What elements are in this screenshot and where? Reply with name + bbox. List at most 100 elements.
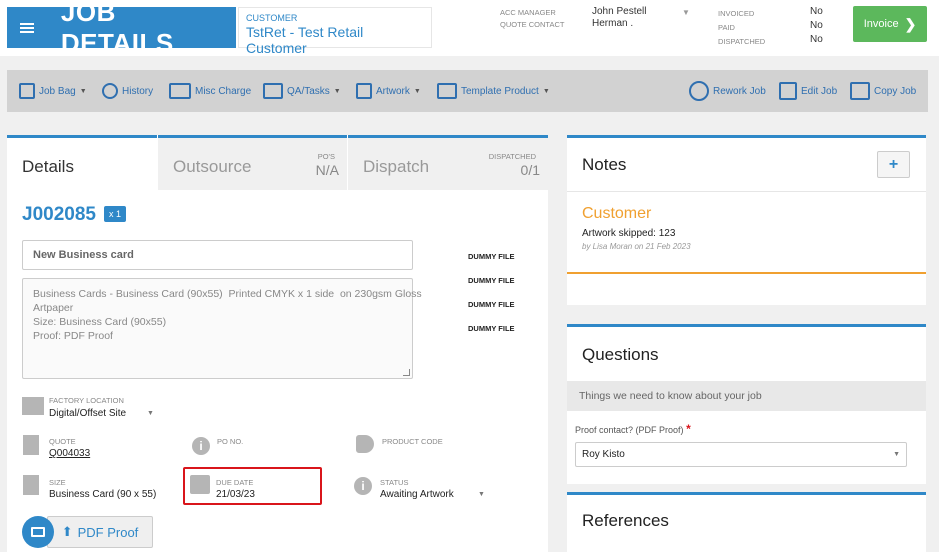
required-marker: * <box>686 422 691 436</box>
email-icon[interactable] <box>22 516 54 548</box>
history-label: History <box>122 85 154 97</box>
artwork-button[interactable]: Artwork ▼ <box>356 70 421 112</box>
info-icon: i <box>354 477 372 495</box>
pencil-icon <box>779 82 797 100</box>
job-bag-button[interactable]: Job Bag ▼ <box>19 70 87 112</box>
status-select[interactable]: Awaiting Artwork <box>380 489 454 500</box>
money-icon <box>169 83 191 99</box>
paid-value: No <box>810 20 823 31</box>
product-code-label: PRODUCT CODE <box>382 437 443 446</box>
quote-contact-value[interactable]: Herman . <box>592 18 646 30</box>
proof-contact-value: Roy Kisto <box>582 449 625 460</box>
hamburger-menu-icon[interactable] <box>7 7 47 48</box>
document-icon <box>19 83 35 99</box>
proof-contact-label: Proof contact? (PDF Proof) * <box>575 422 691 436</box>
page-title: JOB DETAILS <box>60 0 174 58</box>
chevron-right-icon: ❯ <box>904 15 917 32</box>
rework-job-label: Rework Job <box>713 85 766 97</box>
questions-title: Questions <box>582 345 659 364</box>
acc-manager-label: ACC MANAGER <box>500 8 556 17</box>
tab-details[interactable]: Details <box>7 135 157 190</box>
po-number-label: PO NO. <box>217 437 244 446</box>
customer-label: CUSTOMER <box>246 13 298 23</box>
template-product-label: Template Product <box>461 85 539 97</box>
caret-down-icon: ▼ <box>413 87 421 95</box>
references-panel: References <box>567 492 926 552</box>
acc-manager-value[interactable]: John Pestell <box>592 6 646 18</box>
pdf-proof-button[interactable]: ⬆ PDF Proof <box>47 516 153 548</box>
references-title: References <box>582 511 669 530</box>
qa-tasks-button[interactable]: QA/Tasks ▼ <box>263 70 341 112</box>
note-author-type: Customer <box>582 205 652 222</box>
history-button[interactable]: History <box>102 70 153 112</box>
template-product-button[interactable]: Template Product ▼ <box>437 70 550 112</box>
tab-outsource[interactable]: Outsource PO'S N/A <box>158 135 347 190</box>
divider <box>567 191 926 192</box>
proof-contact-select[interactable]: Roy Kisto ▼ <box>575 442 907 467</box>
pdf-proof-label: PDF Proof <box>77 524 139 540</box>
dummy-file-link[interactable]: DUMMY FILE <box>468 324 515 333</box>
rework-job-button[interactable]: Rework Job <box>689 70 766 112</box>
copy-job-label: Copy Job <box>874 85 917 97</box>
factory-location-select[interactable]: Digital/Offset Site <box>49 408 126 419</box>
tab-dispatch[interactable]: Dispatch DISPATCHED 0/1 <box>348 135 548 190</box>
job-details-panel: Details Outsource PO'S N/A Dispatch DISP… <box>7 135 548 552</box>
caret-down-icon[interactable]: ▼ <box>478 491 485 498</box>
tag-icon <box>356 435 374 453</box>
invoice-button[interactable]: Invoice ❯ <box>853 6 927 42</box>
description-line: Proof: PDF Proof <box>33 330 113 342</box>
customer-box[interactable]: CUSTOMER TstRet - Test Retail Customer <box>238 7 432 56</box>
quote-link[interactable]: Q004033 <box>49 448 90 459</box>
invoice-status-labels: INVOICED PAID DISPATCHED <box>718 7 765 49</box>
qa-tasks-label: QA/Tasks <box>287 85 330 97</box>
tab-details-label: Details <box>22 157 74 176</box>
brand-bar: JOB DETAILS <box>7 0 236 58</box>
account-values[interactable]: John Pestell Herman . <box>592 6 646 30</box>
edit-job-button[interactable]: Edit Job <box>779 70 837 112</box>
dummy-file-link[interactable]: DUMMY FILE <box>468 276 515 285</box>
misc-charge-button[interactable]: Misc Charge <box>169 70 251 112</box>
factory-icon <box>22 397 44 415</box>
add-note-button[interactable]: + <box>877 151 910 178</box>
job-id: J002085 <box>22 204 96 225</box>
caret-down-icon[interactable]: ▼ <box>147 410 154 417</box>
dispatched-value: No <box>810 34 823 45</box>
info-icon: i <box>192 437 210 455</box>
job-tabs: Details Outsource PO'S N/A Dispatch DISP… <box>7 135 548 190</box>
resize-handle-icon[interactable] <box>403 369 410 376</box>
list-icon <box>263 83 283 99</box>
customer-name[interactable]: TstRet - Test Retail Customer <box>246 24 424 56</box>
chevron-down-icon[interactable]: ▼ <box>682 8 690 17</box>
dummy-file-link[interactable]: DUMMY FILE <box>468 252 515 261</box>
dispatched-count-label: DISPATCHED <box>488 152 536 161</box>
invoice-button-label: Invoice <box>863 18 899 30</box>
proof-contact-label-text: Proof contact? (PDF Proof) <box>575 425 684 435</box>
copy-job-button[interactable]: Copy Job <box>850 70 916 112</box>
quote-contact-label: QUOTE CONTACT <box>500 20 565 29</box>
pos-value: N/A <box>315 162 339 178</box>
artwork-label: Artwork <box>376 85 410 97</box>
image-icon <box>356 83 372 99</box>
dispatched-label: DISPATCHED <box>718 37 766 46</box>
caret-down-icon: ▼ <box>79 87 87 95</box>
note-meta: by Lisa Moran on 21 Feb 2023 <box>582 242 691 251</box>
job-name-field[interactable]: New Business card <box>22 240 413 270</box>
questions-subtitle: Things we need to know about your job <box>567 381 926 411</box>
tab-outsource-label: Outsource <box>173 157 252 176</box>
job-description-field[interactable]: Business Cards - Business Card (90x55) P… <box>22 278 422 379</box>
dummy-file-link[interactable]: DUMMY FILE <box>468 300 515 309</box>
description-line: Size: Business Card (90x55) <box>33 316 167 328</box>
job-bag-label: Job Bag <box>39 85 76 97</box>
document-icon <box>23 435 39 455</box>
caret-down-icon: ▼ <box>333 87 341 95</box>
questions-panel: Questions Things we need to know about y… <box>567 324 926 484</box>
tab-dispatch-label: Dispatch <box>363 157 430 176</box>
invoice-status-values: No No No <box>810 5 823 47</box>
due-date-value[interactable]: 21/03/23 <box>216 489 255 500</box>
description-line: Business Cards - Business Card (90x55) P… <box>33 288 422 300</box>
copy-icon <box>437 83 457 99</box>
note-accent-line <box>567 272 926 274</box>
action-toolbar: Job Bag ▼ History Misc Charge QA/Tasks ▼… <box>7 70 928 112</box>
top-header: JOB DETAILS CUSTOMER TstRet - Test Retai… <box>0 0 939 58</box>
size-value: Business Card (90 x 55) <box>49 489 157 500</box>
